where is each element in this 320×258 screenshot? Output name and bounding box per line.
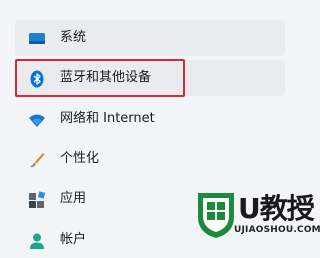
nav-item-label: 网络和 Internet	[60, 111, 155, 126]
account-icon	[28, 232, 46, 250]
nav-item-label: 帐户	[60, 232, 87, 247]
shield-logo-icon	[198, 193, 234, 238]
nav-item-system[interactable]: 系统	[15, 20, 285, 56]
apps-icon	[28, 191, 46, 209]
wifi-icon	[28, 111, 46, 129]
nav-item-personalization[interactable]: 个性化	[15, 141, 285, 177]
nav-item-network[interactable]: 网络和 Internet	[15, 101, 285, 137]
monitor-icon	[28, 30, 46, 48]
watermark-url: UJIAOSHOU.COM	[234, 225, 320, 235]
highlight-box	[15, 59, 185, 97]
nav-item-label: 应用	[60, 191, 87, 206]
brush-icon	[28, 151, 46, 169]
nav-item-label: 系统	[60, 30, 87, 45]
nav-item-label: 个性化	[60, 151, 100, 166]
watermark-logo: U教授 UJIAOSHOU.COM	[192, 183, 320, 249]
watermark-brand: U教授	[238, 192, 315, 225]
